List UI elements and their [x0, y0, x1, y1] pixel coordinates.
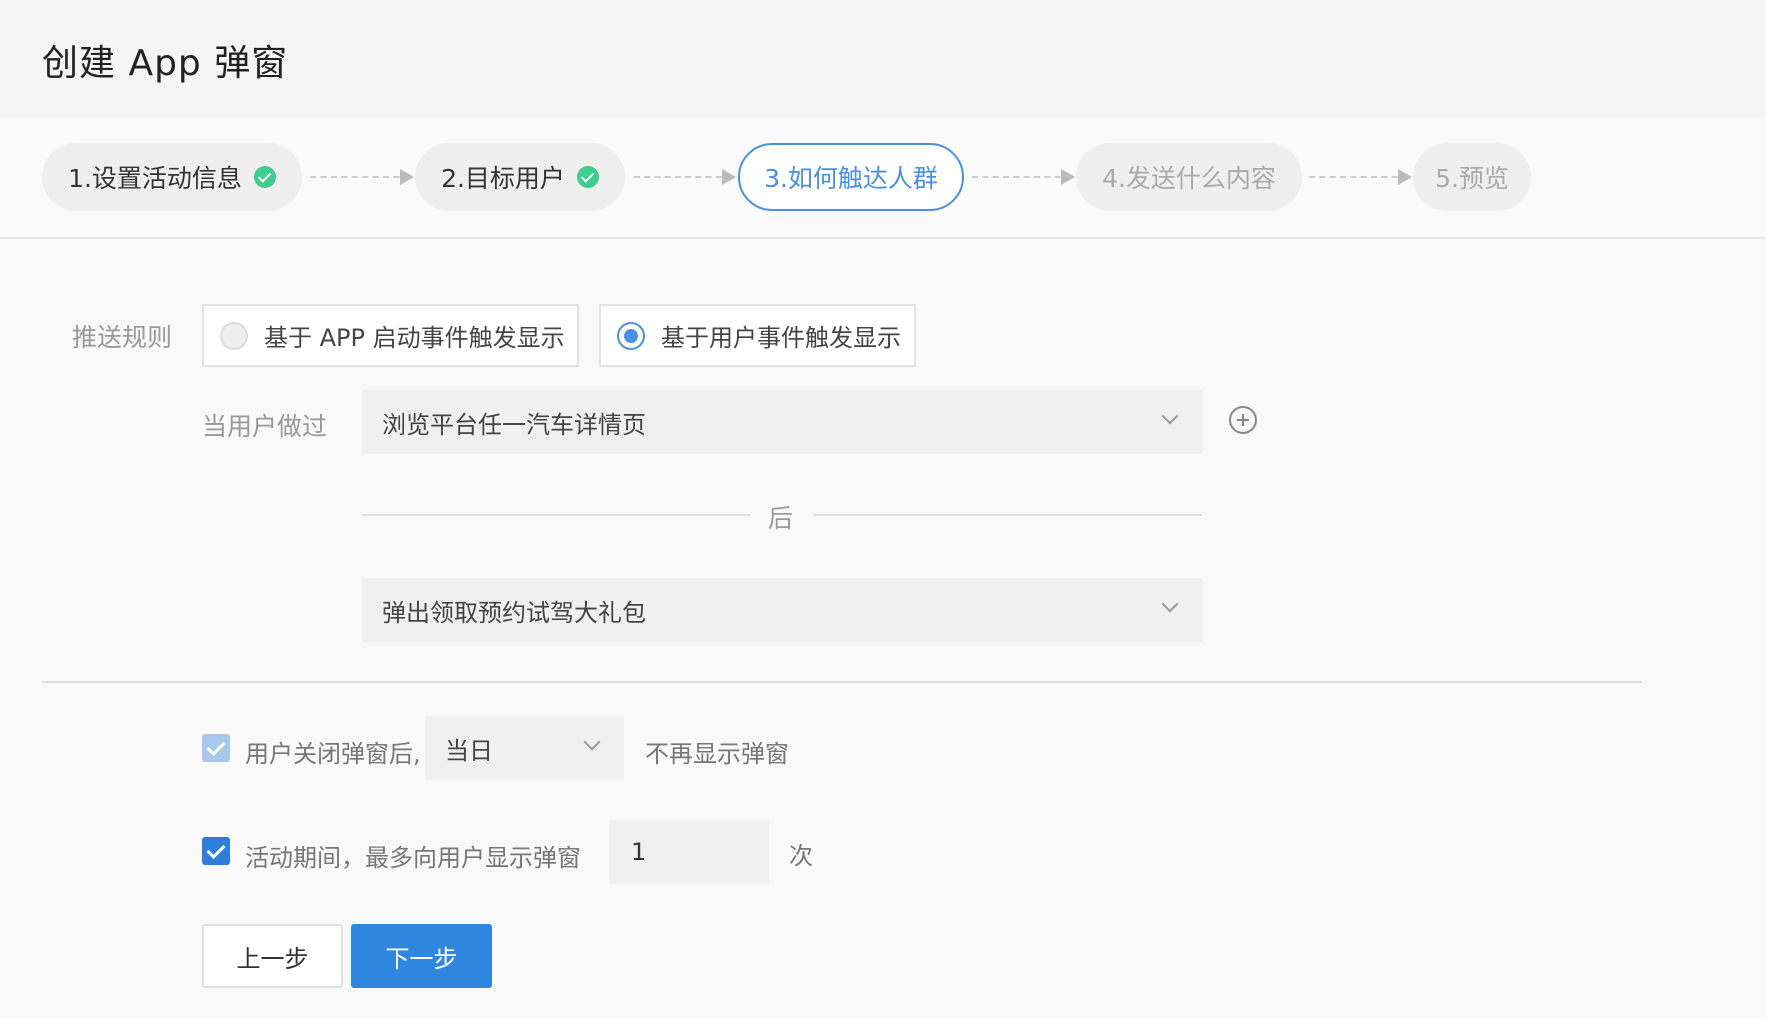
arrow-connector-icon [310, 169, 414, 185]
step-3[interactable]: 3.如何触达人群 [738, 143, 964, 211]
check-circle-icon [576, 166, 599, 188]
divider-left [362, 514, 750, 516]
chevron-down-icon [1161, 407, 1179, 425]
step-5[interactable]: 5.预览 [1413, 143, 1531, 211]
step-4[interactable]: 4.发送什么内容 [1076, 143, 1302, 211]
event-select-value: 浏览平台任一汽车详情页 [382, 410, 646, 439]
radio-label: 基于用户事件触发显示 [661, 324, 901, 352]
max-count-input[interactable]: 1 [609, 820, 769, 884]
arrow-connector-icon [1309, 169, 1412, 185]
radio-unchecked-icon[interactable] [220, 321, 248, 350]
close-rule-checkbox[interactable] [202, 734, 230, 762]
step-label: 2.目标用户 [441, 164, 565, 193]
radio-app-launch[interactable]: 基于 APP 启动事件触发显示 [202, 304, 579, 367]
chevron-down-icon [583, 733, 601, 751]
add-circle-icon[interactable] [1229, 406, 1257, 434]
check-circle-icon [253, 166, 276, 188]
radio-label: 基于 APP 启动事件触发显示 [264, 324, 565, 352]
period-select[interactable]: 当日 [425, 716, 624, 780]
prev-step-button[interactable]: 上一步 [202, 924, 343, 988]
step-label: 4.发送什么内容 [1102, 164, 1276, 193]
page-header: 创建 App 弹窗 [0, 0, 1766, 117]
section-divider [42, 681, 1642, 683]
push-rule-label: 推送规则 [72, 323, 173, 352]
max-rule-prefix: 活动期间，最多向用户显示弹窗 [245, 844, 581, 872]
arrow-connector-icon [972, 169, 1075, 185]
period-select-value: 当日 [445, 736, 493, 765]
step-label: 1.设置活动信息 [68, 164, 242, 193]
radio-user-event[interactable]: 基于用户事件触发显示 [599, 304, 916, 367]
next-step-button[interactable]: 下一步 [351, 924, 492, 988]
after-label: 后 [768, 504, 794, 533]
arrow-connector-icon [634, 169, 736, 185]
page-title: 创建 App 弹窗 [42, 43, 289, 84]
event-select[interactable]: 浏览平台任一汽车详情页 [362, 390, 1202, 454]
step-progress: 1.设置活动信息 2.目标用户 3.如何触达人群 4.发送什么内容 5.预览 [0, 117, 1766, 239]
max-rule-suffix: 次 [789, 842, 813, 870]
step-label: 3.如何触达人群 [764, 164, 938, 193]
user-did-label: 当用户做过 [202, 412, 328, 441]
action-select-value: 弹出领取预约试驾大礼包 [382, 598, 646, 627]
step-label: 5.预览 [1435, 164, 1509, 193]
close-rule-prefix: 用户关闭弹窗后, [245, 740, 421, 768]
step-2[interactable]: 2.目标用户 [415, 143, 625, 211]
divider-right [814, 514, 1202, 516]
radio-checked-icon[interactable] [617, 321, 645, 350]
close-rule-suffix: 不再显示弹窗 [645, 740, 789, 768]
max-rule-checkbox[interactable] [202, 837, 230, 865]
chevron-down-icon [1161, 595, 1179, 613]
step-1[interactable]: 1.设置活动信息 [42, 143, 302, 211]
action-select[interactable]: 弹出领取预约试驾大礼包 [362, 578, 1202, 642]
